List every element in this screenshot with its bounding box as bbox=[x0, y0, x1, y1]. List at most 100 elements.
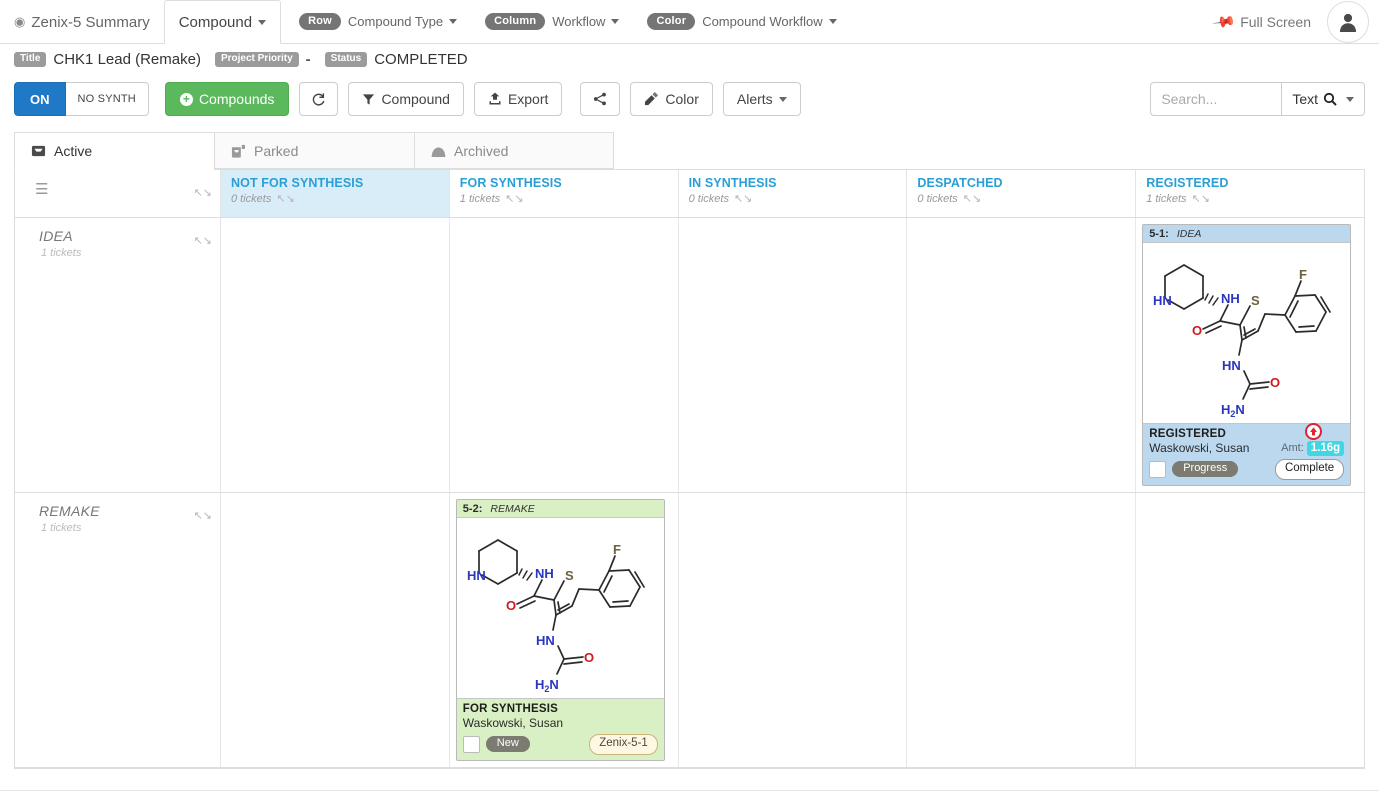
expand-icon[interactable]: ↖↘ bbox=[1192, 192, 1210, 205]
column-selector-value: Workflow bbox=[552, 14, 606, 29]
lane-idea-not-for-synthesis[interactable] bbox=[221, 218, 450, 492]
column-ticket-count: 0 tickets bbox=[917, 193, 958, 205]
plus-circle-icon: + bbox=[179, 92, 193, 106]
column-header-in-synthesis[interactable]: IN SYNTHESIS 0 tickets ↖↘ bbox=[679, 170, 908, 217]
lane-remake-registered[interactable] bbox=[1136, 493, 1364, 767]
project-priority-tag: Project Priority bbox=[214, 51, 299, 67]
compound-card-5-2[interactable]: 5-2: REMAKE HN NH O S HN O F H2N FOR SYN… bbox=[455, 498, 665, 761]
column-header-for-synthesis[interactable]: FOR SYNTHESIS 1 tickets ↖↘ bbox=[450, 170, 679, 217]
row-selector[interactable]: Row Compound Type bbox=[281, 0, 467, 43]
column-header-registered[interactable]: REGISTERED 1 tickets ↖↘ bbox=[1136, 170, 1364, 217]
search-input[interactable] bbox=[1150, 82, 1283, 116]
share-icon bbox=[594, 92, 607, 106]
chevron-down-icon bbox=[778, 96, 787, 102]
card-owner: Waskowski, Susan bbox=[462, 715, 564, 730]
page-title: CHK1 Lead (Remake) bbox=[53, 50, 201, 68]
project-title-bar: Title CHK1 Lead (Remake) Project Priorit… bbox=[0, 44, 1379, 74]
card-checkbox[interactable] bbox=[1149, 460, 1167, 478]
column-title: REGISTERED bbox=[1146, 176, 1229, 190]
avatar[interactable] bbox=[1327, 1, 1369, 43]
atom-S: S bbox=[1251, 293, 1260, 308]
lane-remake-not-for-synthesis[interactable] bbox=[221, 492, 450, 767]
lane-idea-in-synthesis[interactable] bbox=[679, 218, 908, 492]
amount-label: Amt: bbox=[1281, 442, 1304, 454]
color-selector[interactable]: Color Compound Workflow bbox=[629, 0, 846, 43]
toggle-no-synth-button[interactable]: NO SYNTH bbox=[65, 82, 149, 116]
toggle-on-button[interactable]: ON bbox=[14, 82, 66, 116]
tab-parked[interactable]: Parked bbox=[214, 132, 414, 169]
row-header-remake[interactable]: REMAKE 1 tickets ↖↘ bbox=[15, 492, 221, 767]
column-pill-label: Column bbox=[485, 13, 546, 30]
column-ticket-count: 0 tickets bbox=[231, 193, 272, 205]
expand-icon[interactable]: ↖↘ bbox=[734, 192, 752, 205]
atom-H2N: H2N bbox=[535, 677, 559, 694]
lane-idea-for-synthesis[interactable] bbox=[450, 218, 679, 492]
complete-button[interactable]: Complete bbox=[1274, 459, 1345, 480]
export-button[interactable]: Export bbox=[473, 82, 563, 116]
row-pill-label: Row bbox=[299, 13, 341, 30]
atom-H2N: H2N bbox=[1221, 402, 1245, 419]
card-type: REMAKE bbox=[490, 502, 535, 515]
atom-O2: O bbox=[584, 650, 594, 665]
card-status: FOR SYNTHESIS bbox=[462, 702, 559, 715]
chemical-structure-image: HN NH O S HN O F H2N bbox=[456, 516, 664, 699]
menu-icon[interactable]: ☰ bbox=[35, 182, 210, 197]
row-label: IDEA bbox=[39, 228, 73, 244]
full-screen-button[interactable]: 📌 Full Screen bbox=[1211, 10, 1311, 35]
card-footer: FOR SYNTHESIS Waskowski, Susan New Zenix… bbox=[457, 699, 664, 760]
share-button[interactable] bbox=[580, 82, 621, 116]
kanban-board: ☰ ↖↘ NOT FOR SYNTHESIS 0 tickets ↖↘ FOR S… bbox=[14, 170, 1365, 769]
amount-value: 1.16g bbox=[1306, 441, 1345, 456]
parked-inbox-icon bbox=[231, 144, 246, 158]
color-button[interactable]: Color bbox=[630, 82, 713, 116]
inbox-icon bbox=[31, 144, 46, 158]
search-mode-button[interactable]: Text bbox=[1282, 82, 1365, 116]
molecule-diagram: HN NH O S HN O F H2N bbox=[467, 538, 645, 694]
row-selector-value: Compound Type bbox=[347, 14, 444, 29]
lane-remake-in-synthesis[interactable] bbox=[679, 492, 908, 767]
expand-icon[interactable]: ↖↘ bbox=[194, 234, 212, 247]
column-selector[interactable]: Column Workflow bbox=[467, 0, 629, 43]
atom-S: S bbox=[565, 568, 574, 583]
lane-remake-for-synthesis[interactable]: 5-2: REMAKE HN NH O S HN O F H2N FOR SYN… bbox=[450, 492, 679, 767]
project-priority-value: - bbox=[305, 50, 311, 68]
atom-NH: NH bbox=[1221, 291, 1240, 306]
new-tag[interactable]: New bbox=[485, 736, 530, 753]
row-header-idea[interactable]: IDEA 1 tickets ↖↘ bbox=[15, 218, 221, 492]
lane-remake-despatched[interactable] bbox=[907, 492, 1137, 767]
synth-toggle-group[interactable]: ON NO SYNTH bbox=[14, 82, 149, 116]
compounds-button[interactable]: + Compounds bbox=[164, 82, 290, 116]
alerts-button-label: Alerts bbox=[736, 91, 773, 107]
expand-icon[interactable]: ↖↘ bbox=[194, 186, 212, 199]
molecule-diagram: HN NH O S HN O F H2N bbox=[1153, 264, 1332, 419]
expand-icon[interactable]: ↖↘ bbox=[276, 192, 294, 205]
lane-idea-registered[interactable]: 5-1: IDEA HN NH O S HN O F H2N REGISTERE… bbox=[1136, 218, 1364, 492]
tab-zenix-summary-label: Zenix-5 Summary bbox=[31, 13, 150, 31]
lane-idea-despatched[interactable] bbox=[907, 218, 1137, 492]
tab-archived[interactable]: Archived bbox=[414, 132, 614, 169]
column-header-despatched[interactable]: DESPATCHED 0 tickets ↖↘ bbox=[907, 170, 1137, 217]
filter-compound-button[interactable]: Compound bbox=[348, 82, 464, 116]
tab-parked-label: Parked bbox=[254, 142, 299, 159]
board-bottom-divider-1 bbox=[0, 769, 1379, 791]
column-ticket-count: 1 tickets bbox=[459, 193, 501, 205]
tab-compound[interactable]: Compound bbox=[163, 0, 282, 44]
project-link-button[interactable]: Zenix-5-1 bbox=[589, 733, 658, 755]
column-header-not-for-synthesis[interactable]: NOT FOR SYNTHESIS 0 tickets ↖↘ bbox=[221, 170, 450, 217]
tab-active[interactable]: Active bbox=[14, 132, 214, 170]
compound-card-5-1[interactable]: 5-1: IDEA HN NH O S HN O F H2N REGISTERE… bbox=[1142, 224, 1352, 486]
alerts-button[interactable]: Alerts bbox=[722, 82, 801, 116]
card-checkbox[interactable] bbox=[462, 735, 480, 753]
progress-tag[interactable]: Progress bbox=[1172, 461, 1239, 478]
tab-zenix-summary[interactable]: ◉ Zenix-5 Summary bbox=[0, 0, 164, 44]
title-tag: Title bbox=[14, 51, 47, 67]
expand-icon[interactable]: ↖↘ bbox=[963, 192, 981, 205]
expand-icon[interactable]: ↖↘ bbox=[505, 192, 523, 205]
expand-icon[interactable]: ↖↘ bbox=[194, 509, 212, 522]
card-footer: REGISTERED Waskowski, Susan Amt: 1.16g Pr… bbox=[1143, 423, 1350, 485]
refresh-button[interactable] bbox=[299, 82, 339, 116]
top-navigation-bar: ◉ Zenix-5 Summary Compound Row Compound … bbox=[0, 0, 1379, 44]
row-ticket-count: 1 tickets bbox=[41, 521, 82, 534]
board-corner-cell: ☰ ↖↘ bbox=[15, 170, 221, 217]
atom-HN: HN bbox=[467, 568, 486, 583]
